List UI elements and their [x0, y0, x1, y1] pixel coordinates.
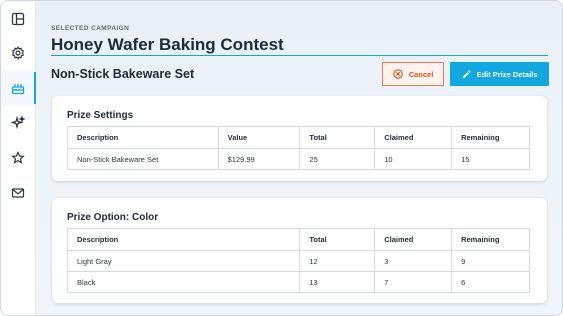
- table-row: Light Gray 12 3 9: [66, 250, 530, 272]
- table-cell: Light Gray: [66, 250, 301, 272]
- prize-title: Non-Stick Bakeware Set: [51, 67, 195, 81]
- mail-icon: [11, 188, 25, 198]
- prize-settings-title: Prize Settings: [67, 110, 134, 121]
- table-cell: 10: [374, 148, 453, 170]
- column-header: Total: [299, 126, 376, 149]
- prize-option-title: Prize Option: Color: [67, 212, 159, 223]
- column-header: Value: [217, 126, 301, 149]
- table-cell: 25: [299, 148, 376, 170]
- table-row: Non-Stick Bakeware Set $129.99 25 10 15: [67, 148, 530, 170]
- campaign-eyebrow: SELECTED CAMPAIGN: [51, 25, 130, 32]
- table-header-row: Description Value Total Claimed Remainin…: [67, 126, 530, 149]
- table-cell: 12: [299, 250, 376, 272]
- gear-icon: [12, 46, 24, 60]
- prize-settings-card: Prize Settings Description Value Total C…: [52, 96, 547, 181]
- table-cell: 13: [299, 271, 376, 293]
- app-window: SELECTED CAMPAIGN Honey Wafer Baking Con…: [0, 0, 563, 316]
- sparkles-icon: [11, 116, 25, 130]
- table-cell: 9: [451, 250, 530, 272]
- column-header: Remaining: [451, 126, 530, 149]
- layout-icon: [11, 12, 25, 26]
- cake-icon: [11, 84, 25, 95]
- sidebar: [1, 1, 36, 315]
- cancel-button-label: Cancel: [408, 69, 434, 79]
- table-cell: 3: [374, 250, 453, 272]
- pencil-icon: [462, 69, 471, 78]
- cancel-circle-icon: [392, 69, 403, 79]
- table-cell: Non-Stick Bakeware Set: [67, 148, 219, 170]
- star-icon: [11, 151, 25, 164]
- table-cell: $129.99: [217, 148, 301, 170]
- sidebar-item-campaigns[interactable]: [1, 70, 36, 106]
- table-cell: 6: [451, 271, 530, 293]
- column-header: Total: [299, 228, 376, 251]
- column-header: Description: [67, 126, 219, 149]
- sidebar-item-settings[interactable]: [1, 35, 35, 71]
- campaign-title: Honey Wafer Baking Contest: [51, 35, 284, 54]
- title-divider: [51, 55, 548, 56]
- column-header: Claimed: [374, 126, 453, 149]
- cancel-button[interactable]: Cancel: [382, 62, 444, 86]
- sidebar-item-layout[interactable]: [1, 1, 35, 37]
- sidebar-item-messages[interactable]: [1, 175, 35, 211]
- prize-settings-table: Description Value Total Claimed Remainin…: [67, 126, 530, 170]
- table-cell: 7: [374, 271, 453, 293]
- table-row: Black 13 7 6: [66, 271, 530, 293]
- table-cell: 15: [451, 148, 530, 170]
- edit-prize-details-button[interactable]: Edit Prize Details: [450, 62, 549, 86]
- sidebar-item-favorites[interactable]: [1, 140, 35, 176]
- prize-option-table: Description Total Claimed Remaining Ligh…: [66, 228, 530, 293]
- table-cell: Black: [66, 271, 301, 293]
- edit-prize-details-label: Edit Prize Details: [476, 69, 538, 79]
- column-header: Claimed: [374, 228, 453, 251]
- prize-option-card: Prize Option: Color Description Total Cl…: [52, 198, 547, 303]
- column-header: Description: [66, 228, 301, 251]
- sidebar-item-ai[interactable]: [1, 105, 35, 141]
- table-header-row: Description Total Claimed Remaining: [66, 228, 530, 251]
- column-header: Remaining: [451, 228, 530, 251]
